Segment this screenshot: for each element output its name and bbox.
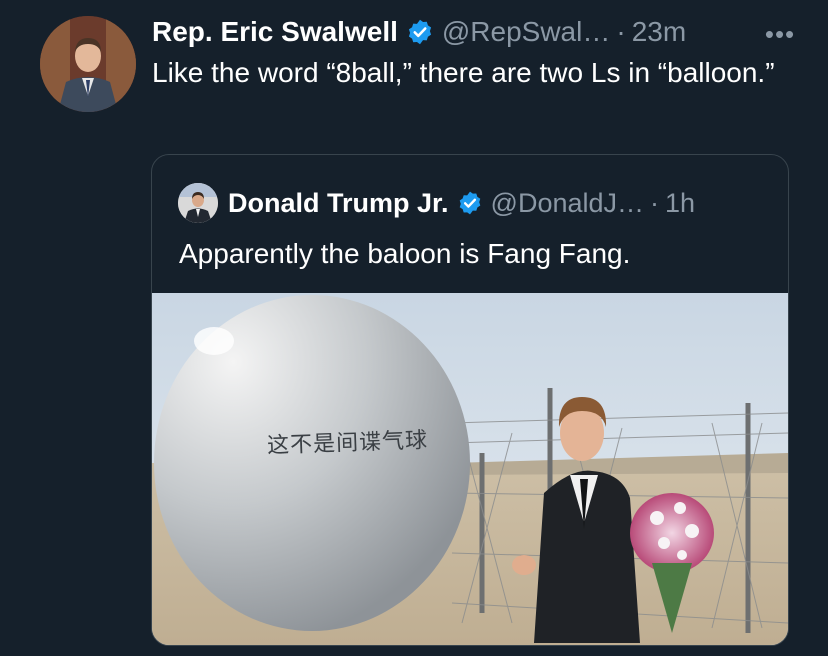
separator-dot: · [650,187,660,218]
tweet-timestamp[interactable]: 23m [632,16,686,48]
balloon-photo [152,293,788,645]
author-name[interactable]: Rep. Eric Swalwell [152,16,398,48]
quoted-avatar-photo [178,183,218,223]
author-avatar[interactable] [40,16,136,112]
more-options-icon[interactable]: ••• [760,19,800,49]
quoted-tweet[interactable]: Donald Trump Jr. @DonaldJ… · 1h Apparent… [151,154,789,646]
quoted-tweet-text: Apparently the baloon is Fang Fang. [179,238,631,269]
tweet-header: Rep. Eric Swalwell @RepSwal… · 23m ••• [152,14,808,50]
tweet[interactable]: Rep. Eric Swalwell @RepSwal… · 23m ••• L… [0,0,828,656]
quoted-tweet-image[interactable]: 这不是间谍气球 [152,293,788,645]
author-handle[interactable]: @RepSwal… [442,16,610,48]
quoted-author-name[interactable]: Donald Trump Jr. [228,188,449,219]
balloon-caption: 这不是间谍气球 [266,428,429,459]
verified-badge-icon [406,18,434,46]
separator-dot: · [616,16,626,47]
quoted-author-avatar[interactable] [178,183,218,223]
quoted-author-handle[interactable]: @DonaldJ… [491,188,644,219]
quoted-tweet-timestamp[interactable]: 1h [665,188,695,219]
verified-badge-icon [457,190,483,216]
quoted-tweet-header: Donald Trump Jr. @DonaldJ… · 1h [178,183,778,223]
avatar-photo [40,16,136,112]
tweet-text: Like the word “8ball,” there are two Ls … [152,57,775,88]
